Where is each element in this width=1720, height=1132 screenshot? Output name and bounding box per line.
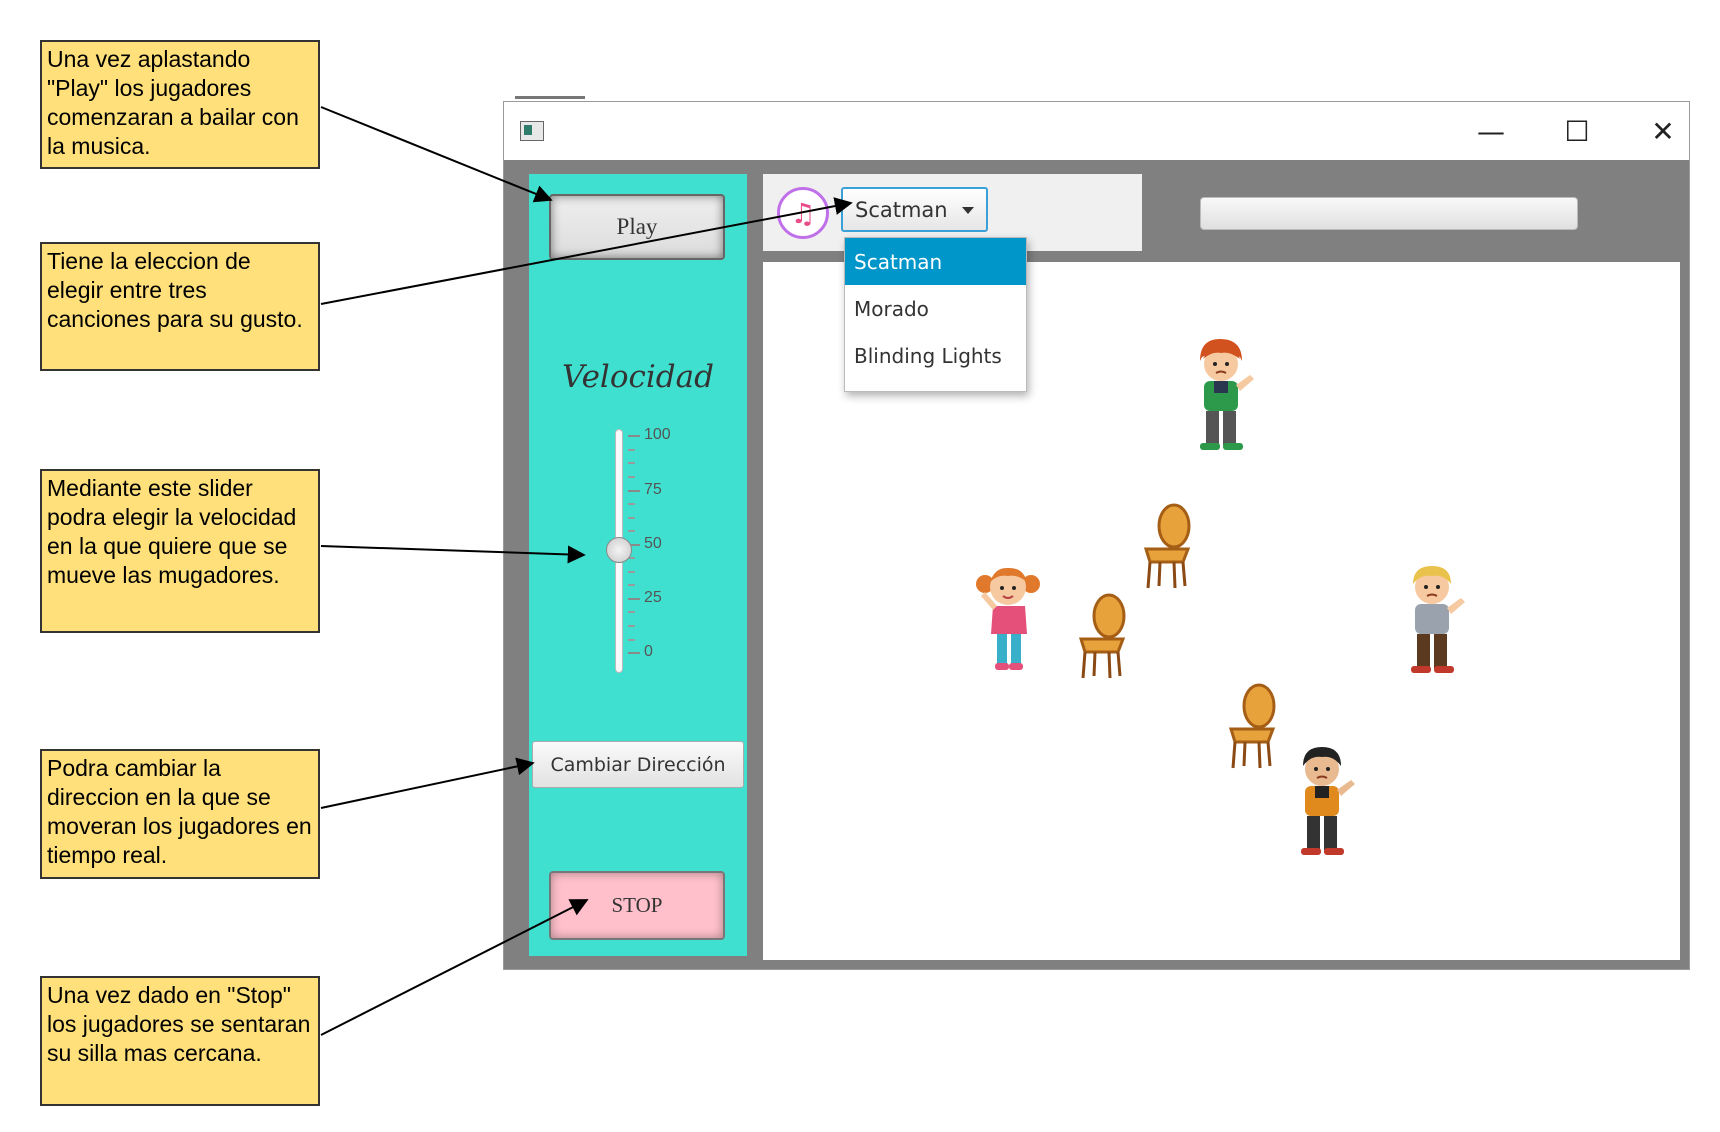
annotation-speed-slider: Mediante este slider podra elegir la vel…	[40, 469, 320, 633]
slider-tick	[628, 435, 640, 437]
control-panel: Play Velocidad 100 75 50 25 0 Cambiar Di…	[529, 174, 747, 956]
slider-tick-label: 25	[644, 589, 662, 606]
play-button[interactable]: Play	[549, 194, 725, 260]
app-window: — ☐ ✕ Play Velocidad 100 75 50 25 0 Camb…	[503, 101, 1690, 970]
song-option-blinding-lights[interactable]: Blinding Lights	[845, 332, 1026, 379]
slider-tick-label: 75	[644, 481, 662, 498]
slider-tick-label: 50	[644, 535, 662, 552]
chevron-down-icon	[962, 207, 974, 214]
maximize-button[interactable]: ☐	[1534, 102, 1620, 160]
player-boy-blond	[1411, 566, 1465, 673]
minimize-button[interactable]: —	[1448, 102, 1534, 160]
slider-tick	[628, 625, 635, 627]
music-note-icon: ♫	[777, 187, 829, 239]
chair-icon	[1143, 503, 1191, 589]
annotation-play: Una vez aplastando "Play" los jugadores …	[40, 40, 320, 169]
title-bar: — ☐ ✕	[504, 102, 1689, 160]
speed-label: Velocidad	[562, 359, 714, 395]
slider-tick	[628, 611, 635, 613]
close-button[interactable]: ✕	[1620, 102, 1706, 160]
player-boy-black-hair	[1301, 747, 1355, 855]
app-icon	[520, 121, 544, 141]
annotation-stop: Una vez dado en "Stop" los jugadores se …	[40, 976, 320, 1106]
change-direction-button[interactable]: Cambiar Dirección	[532, 741, 744, 788]
song-option-scatman[interactable]: Scatman	[845, 238, 1026, 285]
player-girl-pigtails	[976, 567, 1040, 670]
speed-slider-thumb[interactable]	[606, 537, 632, 563]
chair-icon	[1228, 683, 1276, 769]
slider-tick	[628, 639, 635, 641]
song-progress-bar	[1200, 197, 1578, 230]
slider-tick	[628, 462, 635, 464]
slider-tick	[628, 517, 635, 519]
annotation-song-select: Tiene la eleccion de elegir entre tres c…	[40, 242, 320, 371]
slider-tick	[628, 598, 640, 600]
stop-button[interactable]: STOP	[549, 871, 725, 940]
slider-tick	[628, 449, 635, 451]
slider-tick	[628, 530, 635, 532]
slider-tick	[628, 503, 635, 505]
song-option-morado[interactable]: Morado	[845, 285, 1026, 332]
chair-icon	[1078, 593, 1126, 679]
song-dropdown-list: Scatman Morado Blinding Lights	[844, 237, 1027, 392]
slider-tick	[628, 571, 635, 573]
slider-tick	[628, 490, 640, 492]
song-select-value: Scatman	[855, 197, 948, 222]
slider-tick	[628, 652, 640, 654]
song-select[interactable]: Scatman	[841, 187, 988, 232]
slider-tick-label: 0	[644, 643, 653, 660]
slider-tick-label: 100	[644, 426, 671, 443]
player-boy-red-hair	[1200, 339, 1254, 450]
slider-tick	[628, 476, 635, 478]
annotation-direction: Podra cambiar la direccion en la que se …	[40, 749, 320, 879]
arrow-to-direction	[320, 757, 535, 809]
stray-line	[515, 96, 585, 99]
slider-tick	[628, 584, 635, 586]
